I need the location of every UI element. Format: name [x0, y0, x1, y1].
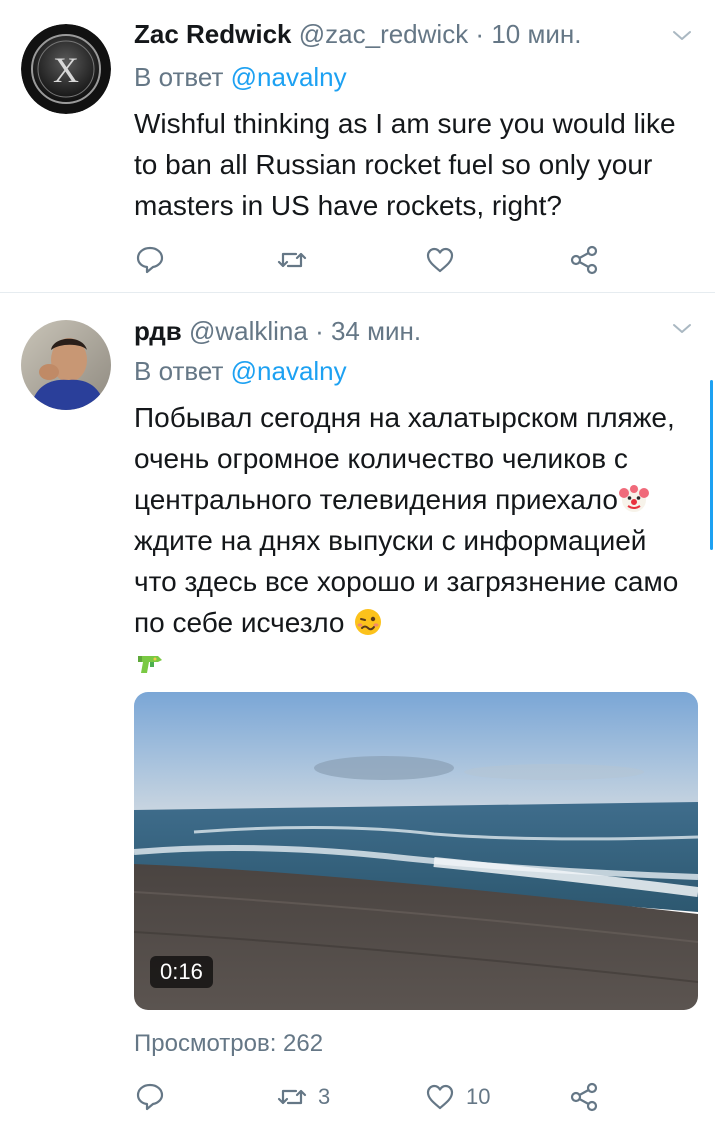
retweet-icon	[277, 1089, 307, 1105]
retweet-button[interactable]: 3	[276, 1077, 330, 1117]
retweet-icon	[277, 252, 307, 268]
beach-video-image	[134, 692, 698, 1010]
like-button[interactable]	[424, 240, 466, 280]
action-bar: 3 10	[134, 1077, 654, 1117]
tweet[interactable]: X Zac Redwick @zac_redwick · 10 мин. В о…	[0, 0, 715, 293]
reply-prefix: В ответ	[134, 356, 231, 386]
user-photo-avatar-icon	[21, 320, 111, 410]
tweet-text: Побывал сегодня на халатырском пляже, оч…	[134, 397, 694, 684]
retweet-count: 3	[318, 1084, 331, 1109]
reply-handle-link[interactable]: @navalny	[231, 356, 347, 386]
avatar[interactable]: X	[21, 24, 111, 114]
x-logo-avatar-icon: X	[21, 24, 111, 114]
share-button[interactable]	[568, 1077, 610, 1117]
like-count: 10	[466, 1084, 491, 1109]
scrollbar[interactable]	[710, 380, 713, 550]
share-button[interactable]	[568, 240, 610, 280]
clown-face-emoji	[618, 485, 649, 512]
user-handle[interactable]: @walklina	[189, 316, 308, 346]
reply-prefix: В ответ	[134, 62, 231, 92]
reply-button[interactable]	[134, 1077, 176, 1117]
tweet[interactable]: рдв @walklina · 34 мин. В ответ @navalny…	[0, 293, 715, 1129]
timestamp[interactable]: 34 мин.	[331, 316, 421, 346]
tweet-text-part: Побывал сегодня на халатырском пляже, оч…	[134, 402, 675, 515]
timestamp[interactable]: 10 мин.	[491, 19, 581, 49]
video-duration-badge: 0:16	[150, 956, 213, 988]
tweet-text: Wishful thinking as I am sure you would …	[134, 108, 676, 221]
tweet-header: Zac Redwick @zac_redwick · 10 мин.	[134, 17, 581, 51]
water-pistol-emoji	[138, 656, 162, 673]
view-count: Просмотров: 262	[134, 1030, 324, 1057]
separator: ·	[468, 19, 492, 49]
video-thumbnail[interactable]: 0:16	[134, 692, 698, 1010]
reply-icon	[136, 1083, 164, 1111]
woozy-face-emoji	[355, 609, 382, 635]
chevron-down-icon[interactable]	[670, 317, 694, 341]
tweet-header: рдв @walklina · 34 мин.	[134, 314, 421, 348]
reply-context: В ответ @navalny	[134, 60, 347, 94]
like-icon	[426, 1084, 454, 1110]
like-icon	[426, 247, 454, 273]
share-icon	[570, 1082, 598, 1112]
reply-handle-link[interactable]: @navalny	[231, 62, 347, 92]
avatar[interactable]	[21, 320, 111, 410]
reply-context: В ответ @navalny	[134, 354, 347, 388]
retweet-button[interactable]	[276, 240, 318, 280]
chevron-down-icon[interactable]	[670, 24, 694, 48]
reply-button[interactable]	[134, 240, 176, 280]
display-name[interactable]: рдв	[134, 316, 182, 346]
display-name[interactable]: Zac Redwick	[134, 19, 292, 49]
svg-text:X: X	[53, 50, 79, 90]
share-icon	[570, 245, 598, 275]
separator: ·	[307, 316, 331, 346]
user-handle[interactable]: @zac_redwick	[299, 19, 468, 49]
tweet-text-part: ждите на днях выпуски с информацией что …	[134, 525, 679, 638]
action-bar	[134, 240, 654, 280]
like-button[interactable]: 10	[424, 1077, 490, 1117]
reply-icon	[136, 246, 164, 274]
